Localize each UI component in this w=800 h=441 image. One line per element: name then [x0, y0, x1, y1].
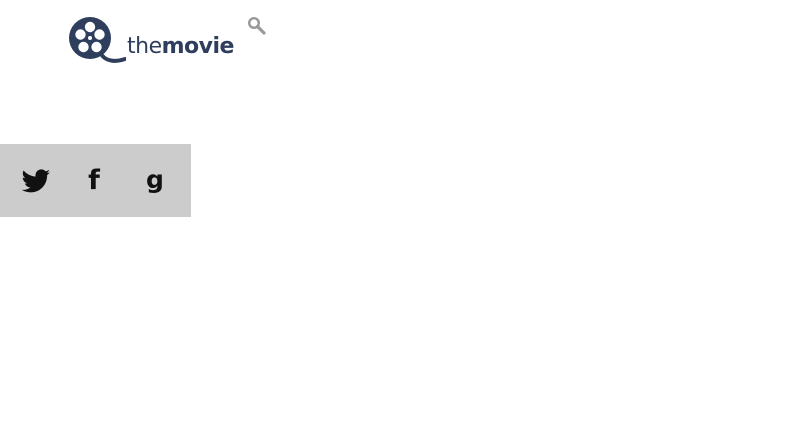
search-button[interactable]: [247, 16, 267, 36]
twitter-icon: [21, 168, 50, 192]
facebook-icon: f: [88, 165, 100, 196]
twitter-share-button[interactable]: [6, 144, 66, 217]
google-share-button[interactable]: g: [125, 144, 185, 217]
logo-wordmark: themovie: [127, 33, 234, 61]
facebook-share-button[interactable]: f: [64, 144, 124, 217]
site-logo[interactable]: themovie: [68, 16, 238, 64]
social-share-bar: f g: [0, 144, 191, 217]
film-reel-icon: [69, 17, 126, 63]
logo-text-light: the: [127, 34, 162, 59]
logo-text-bold: movie: [161, 34, 235, 59]
google-icon: g: [146, 165, 164, 194]
page: themovie f g: [0, 0, 800, 441]
search-icon: [247, 16, 266, 35]
